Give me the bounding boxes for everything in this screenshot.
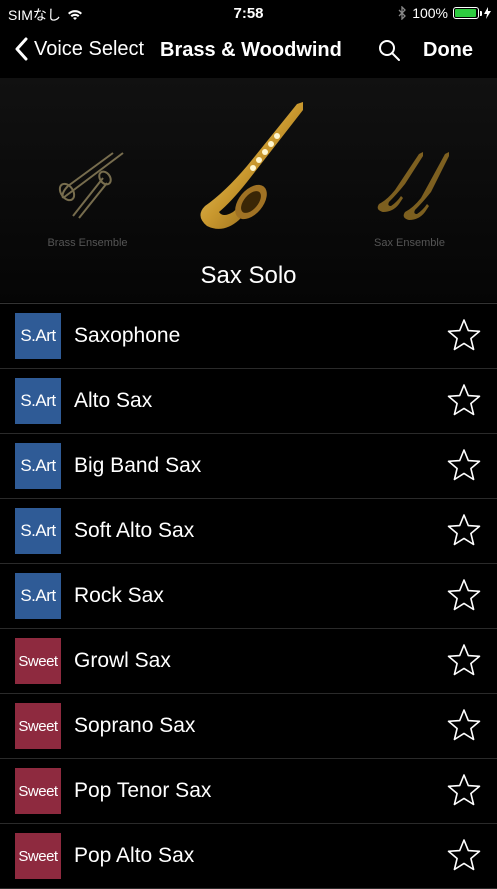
star-icon[interactable] [447, 838, 481, 872]
voice-name: Soprano Sax [74, 714, 196, 737]
voice-name: Growl Sax [74, 649, 171, 672]
voice-list: S.Art Saxophone S.Art Alto Sax S.Art Big… [0, 303, 497, 889]
list-item[interactable]: Sweet Pop Tenor Sax [0, 759, 497, 824]
voice-name: Pop Tenor Sax [74, 779, 212, 802]
sweet-badge: Sweet [15, 768, 61, 814]
saxophone-icon[interactable] [185, 96, 315, 236]
carousel-caption-left: Brass Ensemble [47, 237, 128, 249]
list-item[interactable]: Sweet Pop Alto Sax [0, 824, 497, 889]
search-icon[interactable] [377, 38, 401, 62]
page-title: Brass & Woodwind [160, 39, 342, 61]
star-icon[interactable] [447, 513, 481, 547]
sart-badge: S.Art [15, 508, 61, 554]
back-button[interactable]: Voice Select [14, 37, 144, 61]
carousel-item-sax-ensemble[interactable]: Sax Ensemble [352, 138, 467, 249]
chevron-left-icon [15, 37, 28, 61]
list-item[interactable]: S.Art Big Band Sax [0, 434, 497, 499]
list-item[interactable]: S.Art Alto Sax [0, 369, 497, 434]
battery-percent: 100% [412, 5, 448, 21]
battery-icon [453, 7, 482, 19]
list-item[interactable]: Sweet Growl Sax [0, 629, 497, 694]
trombone-trumpet-icon [58, 152, 124, 219]
list-item[interactable]: S.Art Rock Sax [0, 564, 497, 629]
voice-name: Saxophone [74, 324, 181, 347]
sart-badge: S.Art [15, 573, 61, 619]
status-right: 100% [398, 5, 491, 21]
star-icon[interactable] [447, 643, 481, 677]
voice-name: Alto Sax [74, 389, 153, 412]
voice-name: Pop Alto Sax [74, 844, 195, 867]
star-icon[interactable] [447, 383, 481, 417]
sart-badge: S.Art [15, 378, 61, 424]
voice-name: Rock Sax [74, 584, 164, 607]
charging-icon [484, 7, 491, 19]
list-item[interactable]: S.Art Saxophone [0, 304, 497, 369]
voice-category-carousel[interactable]: Brass Ensemble Sax Ensemble Sax Solo [0, 78, 497, 302]
sweet-badge: Sweet [15, 703, 61, 749]
done-button[interactable]: Done [423, 39, 473, 62]
sweet-badge: Sweet [15, 638, 61, 684]
star-icon[interactable] [447, 708, 481, 742]
back-label: Voice Select [34, 37, 145, 60]
star-icon[interactable] [447, 578, 481, 612]
sart-badge: S.Art [15, 313, 61, 359]
bluetooth-icon [398, 6, 407, 20]
carousel-caption-right: Sax Ensemble [374, 237, 445, 249]
star-icon[interactable] [447, 773, 481, 807]
status-bar: SIMなし 7:58 100% [0, 0, 497, 26]
sax-ensemble-icon [377, 152, 449, 220]
list-item[interactable]: Sweet Soprano Sax [0, 694, 497, 759]
star-icon[interactable] [447, 318, 481, 352]
star-icon[interactable] [447, 448, 481, 482]
nav-bar: Voice Select Brass & Woodwind Done [0, 26, 497, 76]
sweet-badge: Sweet [15, 833, 61, 879]
voice-name: Soft Alto Sax [74, 519, 195, 542]
carousel-item-brass-ensemble[interactable]: Brass Ensemble [30, 138, 145, 249]
sart-badge: S.Art [15, 443, 61, 489]
current-category-title: Sax Solo [200, 262, 297, 289]
voice-name: Big Band Sax [74, 454, 202, 477]
list-item[interactable]: S.Art Soft Alto Sax [0, 499, 497, 564]
